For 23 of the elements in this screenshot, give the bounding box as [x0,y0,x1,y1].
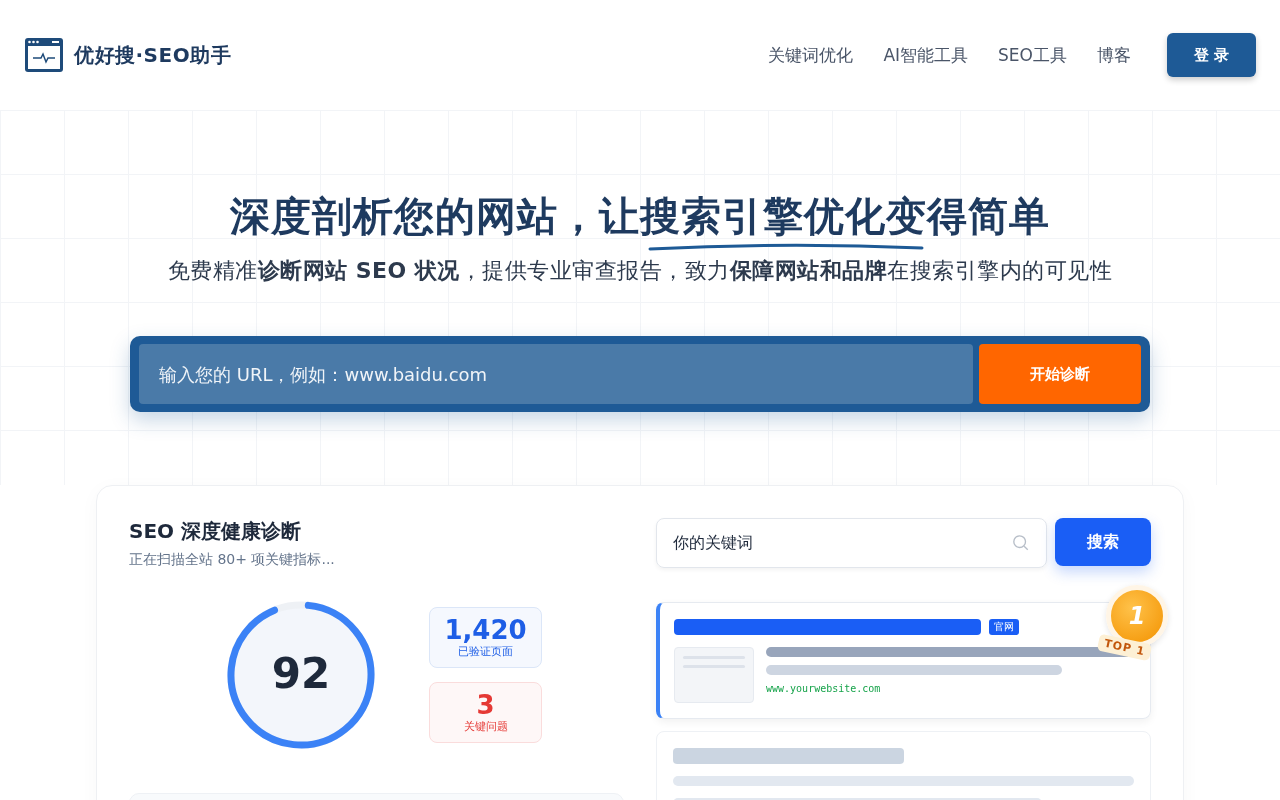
search-button[interactable]: 搜索 [1055,518,1151,566]
stat-value: 3 [476,691,495,719]
brand-name: 优好搜·SEO助手 [74,41,232,69]
logo-icon [24,37,64,73]
nav-link[interactable]: SEO工具 [998,43,1067,67]
nav-link[interactable]: AI智能工具 [883,43,969,67]
hero-subtitle: 免费精准诊断网站 SEO 状况，提供专业审查报告，致力保障网站和品牌在搜索引擎内的可见性 [167,257,1113,285]
card-subtitle: 正在扫描全站 80+ 项关键指标... [129,551,336,569]
search-icon [1012,534,1030,552]
login-button[interactable]: 登 录 [1167,33,1256,77]
keyword-text: 你的关键词 [673,532,753,554]
hero-title: 深度剖析您的网站，让搜索引擎优化变得简单 [230,192,1050,241]
official-tag: 官网 [989,619,1019,635]
keyword-field[interactable]: 你的关键词 [656,518,1047,568]
result-url: www.yourwebsite.com [766,683,882,694]
nav-link[interactable]: 博客 [1097,43,1131,67]
stat-label: 关键问题 [463,719,508,734]
card-title: SEO 深度健康诊断 [129,518,303,545]
url-input[interactable]: 输入您的 URL，例如：www.baidu.com [139,344,973,404]
stat-value: 1,420 [444,616,527,644]
stat-label: 已验证页面 [458,644,513,659]
nav-link[interactable]: 关键词优化 [768,43,854,67]
score-value: 92 [270,649,332,698]
